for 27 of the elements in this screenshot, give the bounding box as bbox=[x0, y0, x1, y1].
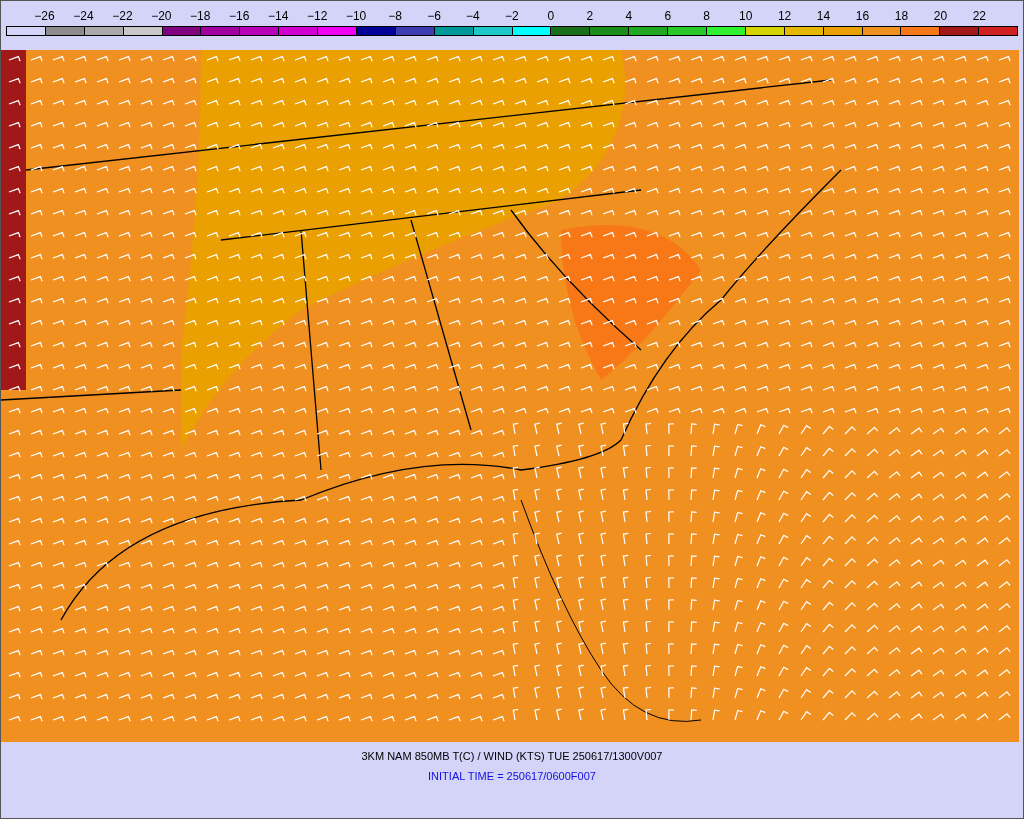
legend-label: 22 bbox=[971, 8, 988, 25]
legend-label: −24 bbox=[72, 8, 95, 25]
legend-label: −14 bbox=[267, 8, 290, 25]
legend-label: −10 bbox=[344, 8, 368, 25]
legend-label: 0 bbox=[546, 8, 556, 25]
legend-label: 20 bbox=[932, 8, 949, 25]
legend-label: −20 bbox=[150, 8, 173, 25]
legend-label: 14 bbox=[815, 8, 832, 25]
chart-title: 3KM NAM 850MB T(C) / WIND (KTS) TUE 250617/1300V007 bbox=[360, 751, 664, 762]
legend-label: 16 bbox=[854, 8, 871, 25]
legend-label: −26 bbox=[33, 8, 56, 25]
legend-label: −16 bbox=[228, 8, 251, 25]
legend-label: 8 bbox=[702, 8, 711, 25]
legend-label: −8 bbox=[387, 8, 403, 25]
initial-time-label: INITIAL TIME = 250617/0600F007 bbox=[427, 771, 597, 782]
legend-label: −12 bbox=[305, 8, 329, 25]
legend-label: 18 bbox=[893, 8, 910, 25]
legend-label: 2 bbox=[585, 8, 595, 25]
legend-label: −4 bbox=[465, 8, 481, 25]
legend-label: −2 bbox=[504, 8, 520, 25]
legend-label: 12 bbox=[776, 8, 793, 25]
legend-label: 10 bbox=[737, 8, 754, 25]
legend-label: −22 bbox=[111, 8, 134, 25]
legend-label: 6 bbox=[663, 8, 673, 25]
legend-label: −18 bbox=[189, 8, 212, 25]
legend-label: −6 bbox=[426, 8, 442, 25]
legend-label: 4 bbox=[624, 8, 634, 25]
